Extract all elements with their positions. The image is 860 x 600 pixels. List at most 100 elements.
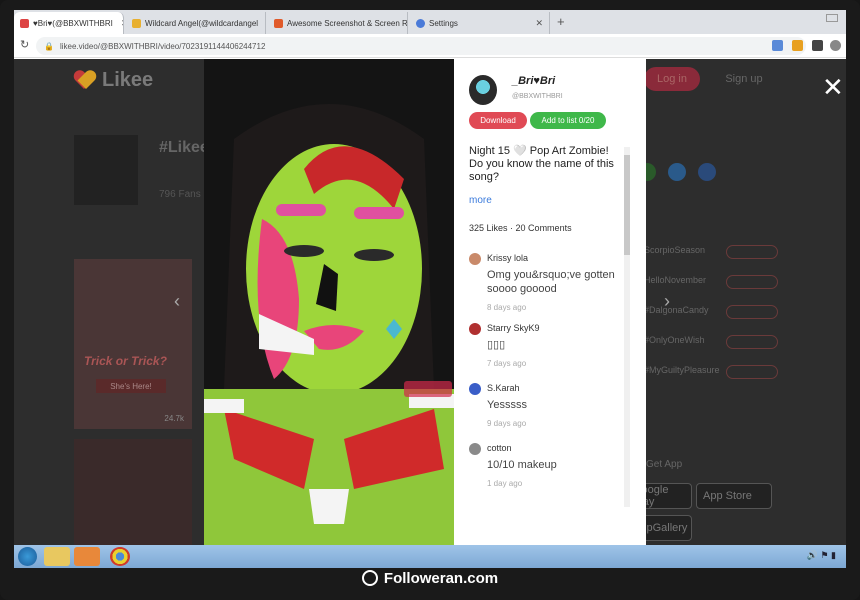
avatar[interactable]	[469, 75, 497, 105]
tab-label: ♥Bri♥(@BBXWITHBRI	[33, 18, 113, 28]
tab-close-icon[interactable]: ✕	[531, 18, 543, 29]
gear-icon	[416, 18, 425, 28]
card-subcaption: She's Here!	[96, 379, 166, 393]
commenter-name[interactable]: S.Karah	[487, 383, 520, 393]
follow-button[interactable]	[726, 335, 778, 349]
commenter-avatar[interactable]	[469, 383, 481, 395]
start-button-icon[interactable]	[18, 547, 37, 566]
trending-name: #MyGuiltyPleasure	[644, 365, 720, 375]
watermark-text: Followeran.com	[383, 570, 499, 587]
video-card[interactable]: Trick or Trick? She's Here! 24.7k	[74, 259, 192, 429]
likee-favicon-icon	[20, 18, 29, 28]
comments-count: 20 Comments	[515, 223, 572, 233]
tab-label: Wildcard Angel(@wildcardangel	[145, 18, 259, 28]
comment-text: ▯▯▯	[487, 339, 506, 351]
trending-name: HelloNovember	[644, 275, 707, 285]
tab-wildcard[interactable]: Wildcard Angel(@wildcardangel ✕	[126, 12, 266, 34]
add-to-list-button[interactable]: Add to list 0/20	[530, 112, 606, 129]
fans-count: 796 Fans	[159, 189, 201, 200]
follow-button[interactable]	[726, 365, 778, 379]
screen: ♥Bri♥(@BBXWITHBRI ✕ Wildcard Angel(@wild…	[14, 10, 846, 568]
more-link[interactable]: more	[469, 195, 492, 206]
browser-tab-bar: ♥Bri♥(@BBXWITHBRI ✕ Wildcard Angel(@wild…	[14, 10, 846, 34]
window-minimize-button[interactable]	[826, 14, 838, 22]
previous-arrow-icon[interactable]: ‹	[174, 291, 180, 312]
comment-text: 10/10 makeup	[487, 459, 557, 471]
device-frame: ♥Bri♥(@BBXWITHBRI ✕ Wildcard Angel(@wild…	[0, 0, 860, 600]
hashtag-title: #Likee	[159, 139, 209, 156]
extension-icon[interactable]	[792, 40, 803, 51]
new-tab-button[interactable]: +	[557, 14, 565, 29]
scrollbar-thumb[interactable]	[624, 155, 630, 255]
media-player-icon[interactable]	[74, 547, 100, 566]
url-text: likee.video/@BBXWITHBRI/video/7023191144…	[59, 41, 266, 51]
get-app-heading: Get App	[646, 459, 683, 470]
tab-bri[interactable]: ♥Bri♥(@BBXWITHBRI ✕	[14, 12, 124, 34]
commenter-avatar[interactable]	[469, 443, 481, 455]
trending-name: ScorpioSeason	[644, 245, 706, 255]
tab-label: Settings	[429, 18, 458, 28]
trending-item[interactable]: HelloNovember	[634, 269, 794, 299]
extension-icon[interactable]	[772, 40, 783, 51]
follow-button[interactable]	[726, 305, 778, 319]
screenshot-favicon-icon	[274, 18, 283, 28]
signup-button[interactable]: Sign up	[714, 67, 774, 91]
likee-favicon-icon	[132, 18, 141, 28]
comment-item: S.Karah Yesssss 9 days ago	[469, 381, 619, 441]
trending-list: ScorpioSeason HelloNovember #DalgonaCand…	[634, 239, 794, 389]
watermark: Followeran.com	[0, 570, 860, 587]
follow-button[interactable]	[726, 245, 778, 259]
comment-item: Starry SkyK9 ▯▯▯ 7 days ago	[469, 321, 619, 381]
commenter-name[interactable]: Starry SkyK9	[487, 323, 540, 333]
chrome-icon[interactable]	[110, 547, 130, 566]
logo-text: Likee	[102, 69, 154, 91]
file-explorer-icon[interactable]	[44, 547, 70, 566]
app-store-button[interactable]: App Store	[696, 483, 772, 509]
tab-awesome-screenshot[interactable]: Awesome Screenshot & Screen R ✕	[268, 12, 408, 34]
commenter-name[interactable]: cotton	[487, 443, 512, 453]
video-frame-image	[204, 59, 454, 545]
vk-icon[interactable]	[698, 163, 716, 181]
comment-text: Omg you&rsquo;ve gotten soooo gooood	[487, 269, 615, 295]
trending-item[interactable]: #MyGuiltyPleasure	[634, 359, 794, 389]
tab-close-icon[interactable]: ✕	[117, 18, 123, 29]
trending-name: #OnlyOneWish	[644, 335, 705, 345]
tab-close-icon[interactable]: ✕	[262, 18, 265, 29]
comment-time: 9 days ago	[487, 419, 527, 428]
trending-item[interactable]: #OnlyOneWish	[634, 329, 794, 359]
video-player[interactable]	[204, 59, 454, 545]
download-button[interactable]: Download	[469, 112, 527, 129]
windows-taskbar: 🔊 ⚑ ▮	[14, 545, 846, 568]
globe-icon	[361, 570, 378, 586]
tab-settings[interactable]: Settings ✕	[410, 12, 550, 34]
user-handle: @BBXWITHBRI	[512, 93, 563, 100]
trending-item[interactable]: #DalgonaCandy	[634, 299, 794, 329]
comment-list: Krissy lola Omg you&rsquo;ve gotten sooo…	[469, 251, 619, 501]
profile-icon[interactable]	[830, 40, 841, 51]
lock-icon: 🔒	[44, 41, 54, 51]
card-caption: Trick or Trick?	[84, 354, 167, 368]
comment-time: 8 days ago	[487, 303, 527, 312]
extensions-puzzle-icon[interactable]	[812, 40, 823, 51]
trending-name: #DalgonaCandy	[644, 305, 709, 315]
commenter-avatar[interactable]	[469, 323, 481, 335]
commenter-avatar[interactable]	[469, 253, 481, 265]
comment-text: Yesssss	[487, 399, 527, 411]
system-tray[interactable]: 🔊 ⚑ ▮	[807, 550, 836, 561]
username[interactable]: _Bri♥Bri	[512, 75, 555, 87]
twitter-icon[interactable]	[668, 163, 686, 181]
address-bar-row: ↻ 🔒 likee.video/@BBXWITHBRI/video/702319…	[14, 34, 846, 58]
likee-logo[interactable]: Likee	[74, 69, 153, 92]
login-button[interactable]: Log in	[644, 67, 700, 91]
comment-time: 1 day ago	[487, 479, 523, 488]
commenter-name[interactable]: Krissy lola	[487, 253, 528, 263]
address-bar[interactable]: 🔒 likee.video/@BBXWITHBRI/video/70231911…	[36, 37, 806, 55]
trending-item[interactable]: ScorpioSeason	[634, 239, 794, 269]
video-detail-panel: _Bri♥Bri @BBXWITHBRI Download Add to lis…	[454, 59, 646, 545]
follow-button[interactable]	[726, 275, 778, 289]
video-card[interactable]	[74, 439, 192, 545]
comment-scrollbar[interactable]	[624, 147, 630, 507]
view-count: 24.7k	[164, 414, 184, 423]
reload-icon[interactable]: ↻	[20, 38, 29, 51]
close-modal-icon[interactable]: ✕	[822, 74, 844, 100]
